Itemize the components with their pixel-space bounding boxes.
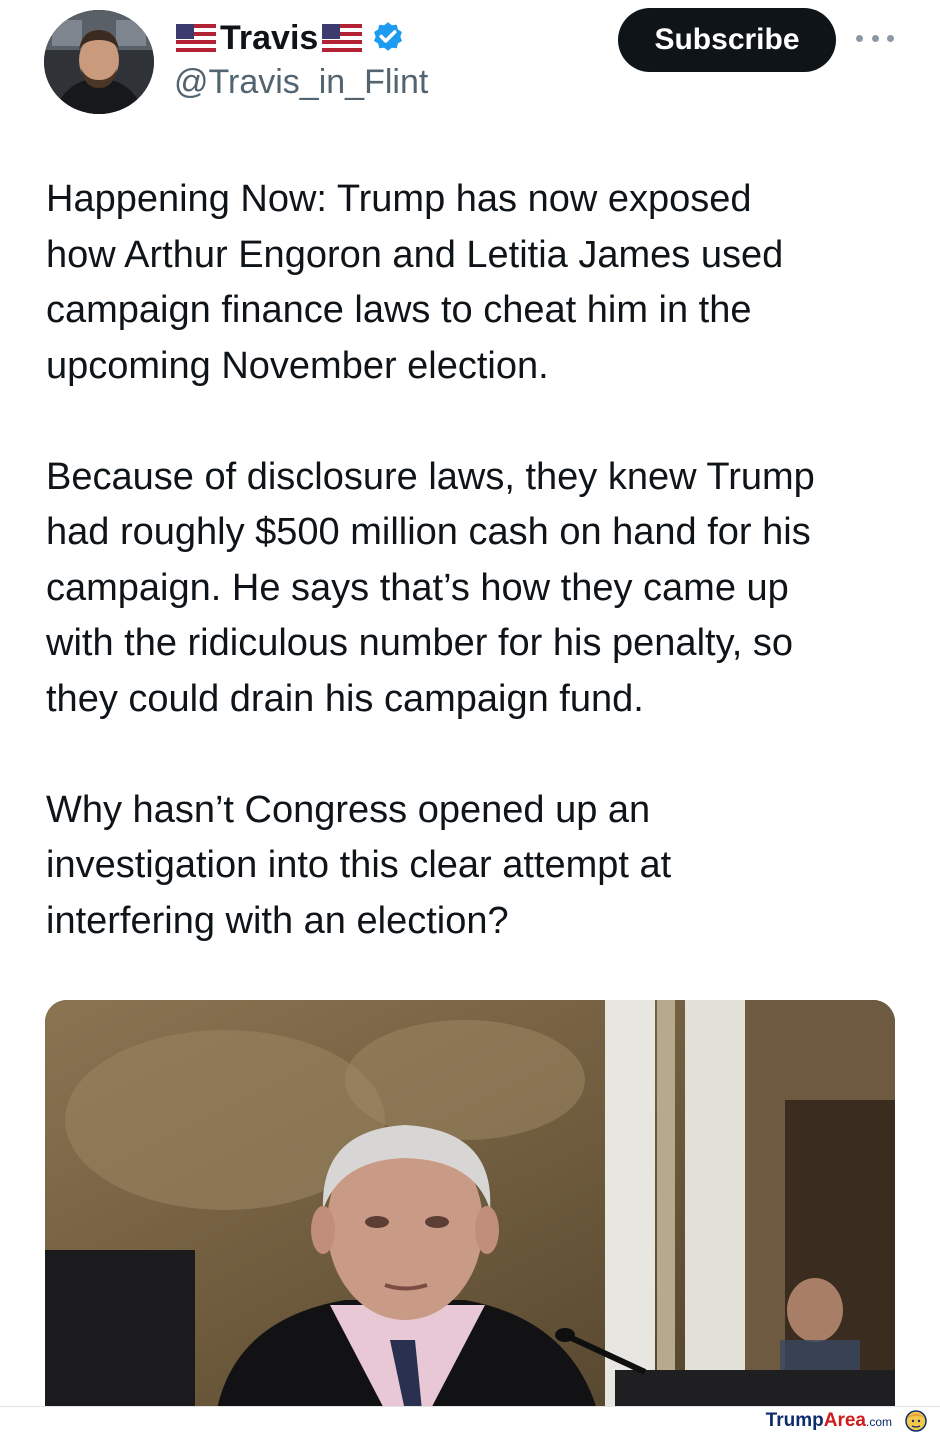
post-body: Happening Now: Trump has now exposed how… [46,172,906,949]
more-horizontal-icon[interactable] [856,26,894,50]
author-display-name[interactable]: Travis [220,18,318,58]
verified-badge-icon[interactable] [370,20,406,56]
dot [887,34,894,42]
watermark-logo: Trump Area .com [766,1410,892,1433]
subscribe-button[interactable]: Subscribe [618,8,836,72]
us-flag-icon [176,24,216,52]
post-paragraph: Happening Now: Trump has now exposed how… [46,178,784,387]
author-handle[interactable]: @Travis_in_Flint [174,62,428,102]
trump-face-logo-icon [905,1410,927,1432]
post-header: Travis @Travis_in_Flint Subscribe [0,0,940,130]
author-name-row[interactable]: Travis [176,18,406,58]
author-avatar[interactable] [44,10,154,114]
post-media-image[interactable] [45,1000,895,1420]
watermark-brand-part2: Area [823,1410,866,1431]
dot [871,34,879,42]
watermark-brand-part1: Trump [765,1410,824,1431]
post-paragraph: Because of disclosure laws, they knew Tr… [46,455,815,720]
us-flag-icon [322,24,363,52]
watermark-brand-suffix: .com [865,1415,892,1429]
dot [856,34,863,42]
post-paragraph: Why hasn’t Congress opened up an investi… [46,788,672,942]
